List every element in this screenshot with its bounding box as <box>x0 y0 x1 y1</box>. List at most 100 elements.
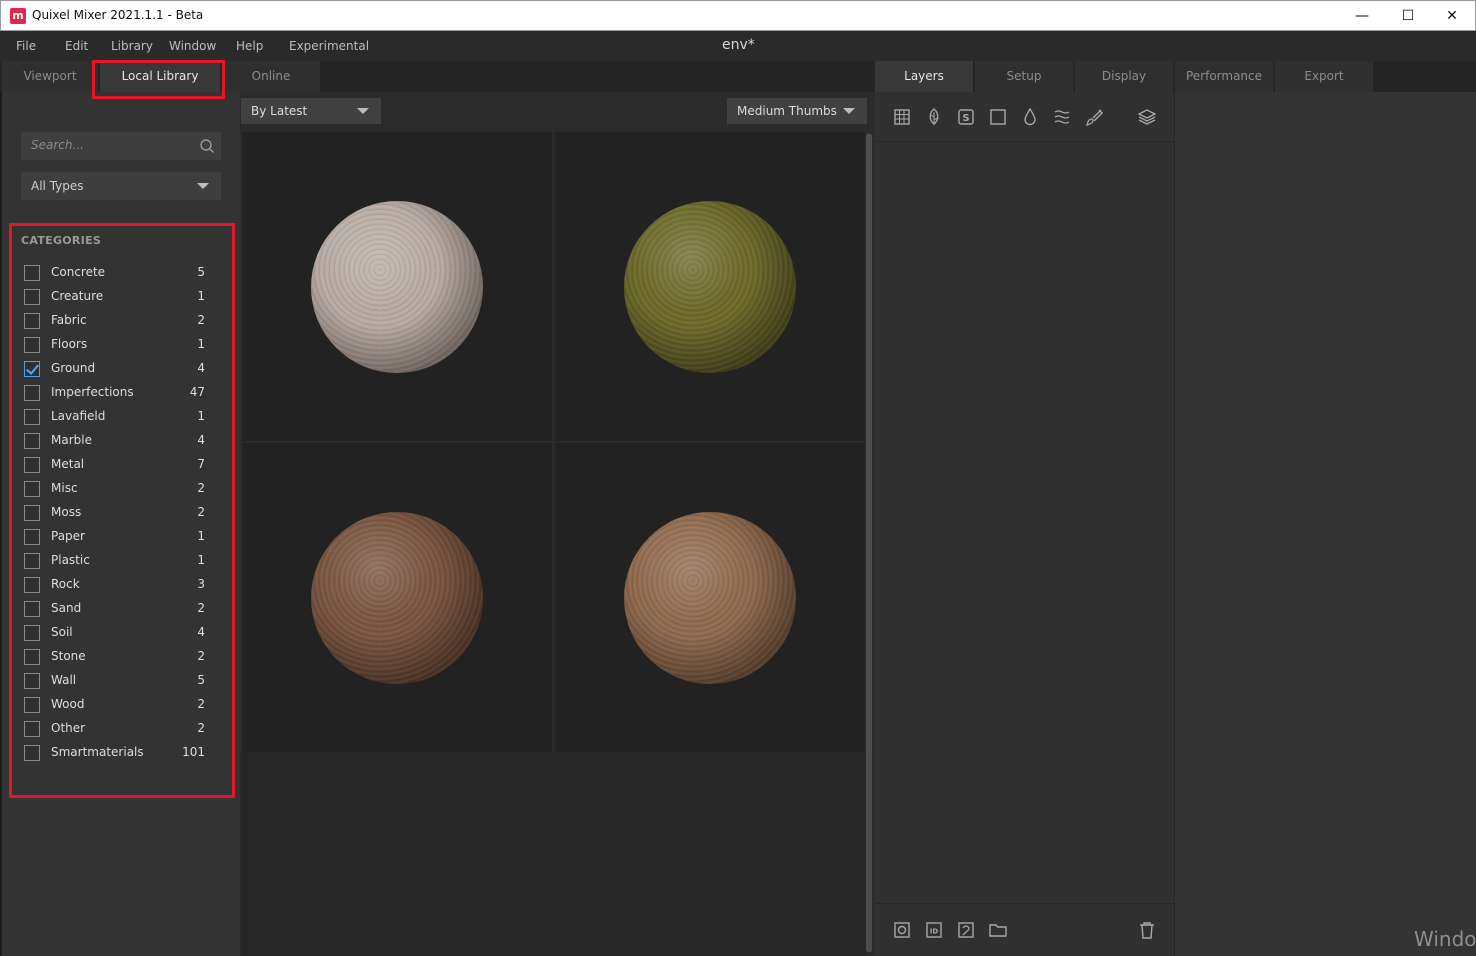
drop-icon[interactable] <box>1021 108 1039 126</box>
category-count: 47 <box>189 385 205 399</box>
leaf-icon[interactable] <box>925 108 943 126</box>
brush-icon[interactable] <box>1085 108 1103 126</box>
category-item-sand[interactable]: Sand 2 <box>24 598 210 620</box>
category-checkbox[interactable] <box>24 649 40 665</box>
material-tile[interactable] <box>242 132 552 441</box>
search-field[interactable] <box>21 132 221 160</box>
category-item-lavafield[interactable]: Lavafield 1 <box>24 406 210 428</box>
category-item-stone[interactable]: Stone 2 <box>24 646 210 668</box>
menu-edit[interactable]: Edit <box>65 39 88 53</box>
category-count: 1 <box>197 337 205 351</box>
category-item-concrete[interactable]: Concrete 5 <box>24 262 210 284</box>
scrollbar-thumb[interactable] <box>866 134 872 952</box>
folder-icon[interactable] <box>989 921 1007 939</box>
tab-export[interactable]: Export <box>1275 61 1373 92</box>
category-checkbox[interactable] <box>24 697 40 713</box>
category-checkbox[interactable] <box>24 745 40 761</box>
grid-icon[interactable] <box>893 108 911 126</box>
menu-library[interactable]: Library <box>111 39 153 53</box>
category-checkbox[interactable] <box>24 721 40 737</box>
category-item-creature[interactable]: Creature 1 <box>24 286 210 308</box>
category-item-misc[interactable]: Misc 2 <box>24 478 210 500</box>
material-tile[interactable] <box>242 443 552 752</box>
category-checkbox[interactable] <box>24 265 40 281</box>
category-checkbox[interactable] <box>24 313 40 329</box>
close-button[interactable]: ✕ <box>1429 1 1475 31</box>
thumb-size-value: Medium Thumbs <box>737 104 837 118</box>
menu-help[interactable]: Help <box>236 39 263 53</box>
category-label: Paper <box>51 529 85 543</box>
menu-file[interactable]: File <box>16 39 36 53</box>
category-checkbox[interactable] <box>24 553 40 569</box>
search-input[interactable] <box>31 138 191 152</box>
id-map-icon[interactable]: ID <box>925 921 943 939</box>
menu-experimental[interactable]: Experimental <box>289 39 369 53</box>
tab-viewport[interactable]: Viewport <box>2 61 98 92</box>
category-checkbox[interactable] <box>24 385 40 401</box>
category-checkbox[interactable] <box>24 673 40 689</box>
tab-setup[interactable]: Setup <box>975 61 1073 92</box>
soil-sphere[interactable] <box>311 512 483 684</box>
custom-icon[interactable] <box>957 921 975 939</box>
category-item-marble[interactable]: Marble 4 <box>24 430 210 452</box>
category-item-ground[interactable]: Ground 4 <box>24 358 210 380</box>
tab-online[interactable]: Online <box>222 61 320 92</box>
library-filter-panel <box>0 92 240 956</box>
category-checkbox[interactable] <box>24 457 40 473</box>
type-filter-select[interactable]: All Types <box>21 172 221 200</box>
smart-material-icon[interactable]: S <box>957 108 975 126</box>
tab-layers[interactable]: Layers <box>875 61 973 92</box>
category-item-imperfections[interactable]: Imperfections 47 <box>24 382 210 404</box>
category-checkbox[interactable] <box>24 505 40 521</box>
maximize-button[interactable]: ☐ <box>1385 1 1431 31</box>
minimize-button[interactable]: — <box>1339 1 1385 31</box>
cracked-mud-sphere[interactable] <box>624 512 796 684</box>
category-checkbox[interactable] <box>24 289 40 305</box>
menu-bar: File Edit Library Window Help Experiment… <box>0 31 1476 61</box>
category-checkbox[interactable] <box>24 361 40 377</box>
category-label: Floors <box>51 337 88 351</box>
category-checkbox[interactable] <box>24 625 40 641</box>
menu-window[interactable]: Window <box>169 39 216 53</box>
category-checkbox[interactable] <box>24 577 40 593</box>
category-item-other[interactable]: Other 2 <box>24 718 210 740</box>
category-item-metal[interactable]: Metal 7 <box>24 454 210 476</box>
category-item-floors[interactable]: Floors 1 <box>24 334 210 356</box>
mossy-ground-sphere[interactable] <box>624 201 796 373</box>
category-checkbox[interactable] <box>24 481 40 497</box>
search-icon[interactable] <box>199 138 215 154</box>
category-item-smartmaterials[interactable]: Smartmaterials 101 <box>24 742 210 764</box>
tab-display[interactable]: Display <box>1075 61 1173 92</box>
category-item-moss[interactable]: Moss 2 <box>24 502 210 524</box>
tab-performance[interactable]: Performance <box>1175 61 1273 92</box>
category-item-rock[interactable]: Rock 3 <box>24 574 210 596</box>
water-icon[interactable] <box>1053 108 1071 126</box>
category-checkbox[interactable] <box>24 529 40 545</box>
tab-local-library[interactable]: Local Library <box>100 61 220 92</box>
category-label: Other <box>51 721 86 735</box>
category-checkbox[interactable] <box>24 409 40 425</box>
material-tile[interactable] <box>555 132 865 441</box>
sort-dropdown[interactable]: By Latest <box>241 98 381 124</box>
material-tile[interactable] <box>555 443 865 752</box>
category-item-wood[interactable]: Wood 2 <box>24 694 210 716</box>
category-checkbox[interactable] <box>24 433 40 449</box>
document-title: env* <box>722 37 755 53</box>
category-item-paper[interactable]: Paper 1 <box>24 526 210 548</box>
category-count: 3 <box>197 577 205 591</box>
square-icon[interactable] <box>989 108 1007 126</box>
mask-icon[interactable] <box>893 921 911 939</box>
category-checkbox[interactable] <box>24 601 40 617</box>
category-count: 2 <box>197 721 205 735</box>
category-item-wall[interactable]: Wall 5 <box>24 670 210 692</box>
category-item-soil[interactable]: Soil 4 <box>24 622 210 644</box>
gravel-sphere[interactable] <box>311 201 483 373</box>
category-checkbox[interactable] <box>24 337 40 353</box>
trash-icon[interactable] <box>1138 921 1156 939</box>
layers-stack-icon[interactable] <box>1138 108 1156 126</box>
thumb-size-dropdown[interactable]: Medium Thumbs <box>727 98 867 124</box>
title-bar: m Quixel Mixer 2021.1.1 - Beta — ☐ ✕ <box>0 0 1476 31</box>
category-item-fabric[interactable]: Fabric 2 <box>24 310 210 332</box>
category-item-plastic[interactable]: Plastic 1 <box>24 550 210 572</box>
category-label: Soil <box>51 625 73 639</box>
